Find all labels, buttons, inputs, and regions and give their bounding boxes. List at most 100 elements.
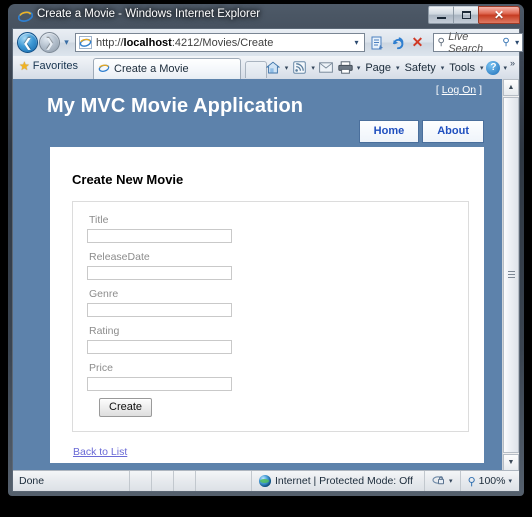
nav-item-about[interactable]: About	[422, 120, 484, 143]
zoom-chevron-down-icon[interactable]: ▾	[508, 477, 512, 485]
star-icon: ★	[19, 59, 30, 73]
security-zone-area[interactable]: Internet | Protected Mode: Off	[251, 471, 413, 491]
navigation-toolbar: ❮ ❯ ▾ http://localhost:4212/Movies/Creat…	[13, 29, 523, 57]
input-rating[interactable]	[87, 340, 232, 354]
back-to-list-link[interactable]: Back to List	[73, 446, 127, 458]
tools-chevron-down-icon[interactable]: ▾	[479, 64, 485, 72]
address-dropdown-chevron-down-icon[interactable]: ▾	[349, 38, 364, 47]
window-controls: ✕	[428, 6, 520, 24]
label-title: Title	[89, 214, 109, 226]
command-bar: ★ Favorites Create a Movie ▾ ▾ ▾ Page ▾ …	[13, 56, 519, 80]
security-zone-text: Internet | Protected Mode: Off	[275, 475, 413, 487]
content-panel: Create New Movie Title ReleaseDate Genre…	[50, 147, 484, 463]
status-segment	[195, 471, 217, 491]
browser-window: Create a Movie - Windows Internet Explor…	[8, 4, 524, 496]
ie-logo-icon	[18, 9, 33, 24]
feeds-chevron-down-icon[interactable]: ▾	[310, 64, 316, 72]
globe-icon	[259, 475, 271, 487]
window-title: Create a Movie - Windows Internet Explor…	[37, 8, 261, 20]
tab-title: Create a Movie	[114, 63, 189, 75]
label-price: Price	[89, 362, 113, 374]
stop-icon[interactable]: ✕	[408, 33, 427, 52]
submit-row: Create	[99, 397, 454, 417]
new-tab-button[interactable]	[245, 61, 267, 78]
tab-favicon-icon	[98, 62, 110, 77]
scroll-up-arrow-icon[interactable]: ▲	[503, 79, 519, 96]
nav-item-home[interactable]: Home	[358, 120, 420, 143]
favorites-label: Favorites	[32, 60, 79, 72]
zoom-control[interactable]: ⚲ 100% ▾	[459, 471, 519, 491]
privacy-lock-icon	[432, 474, 446, 489]
maximize-button[interactable]	[453, 6, 479, 24]
zoom-level-text: 100%	[478, 475, 506, 487]
forward-button[interactable]: ❯	[39, 32, 60, 53]
search-provider-chevron-down-icon[interactable]: ▾	[512, 38, 522, 47]
label-genre: Genre	[89, 288, 119, 300]
input-price[interactable]	[87, 377, 232, 391]
browser-tab[interactable]: Create a Movie	[93, 58, 241, 79]
logon-area: [ Log On ]	[436, 84, 482, 96]
page-container: [ Log On ] My MVC Movie Application Home…	[35, 79, 488, 471]
tools-menu[interactable]: Tools	[447, 62, 477, 74]
scroll-thumb[interactable]	[503, 97, 519, 453]
search-icon: ⚲	[437, 37, 445, 48]
input-releasedate[interactable]	[87, 266, 232, 280]
page-title: Create New Movie	[72, 172, 184, 187]
log-on-link[interactable]: Log On	[442, 84, 476, 96]
feeds-icon[interactable]	[291, 58, 308, 77]
search-go-icon[interactable]: ⚲	[500, 37, 512, 48]
close-button[interactable]: ✕	[478, 6, 520, 24]
movie-form-fieldset: Title ReleaseDate Genre Rating Price Cre…	[72, 201, 469, 432]
main-navigation: Home About	[358, 120, 484, 143]
back-button[interactable]: ❮	[17, 32, 38, 53]
minimize-button[interactable]	[428, 6, 454, 24]
scroll-down-arrow-icon[interactable]: ▼	[503, 454, 519, 471]
refresh-icon[interactable]	[388, 33, 407, 52]
help-icon[interactable]: ?	[486, 60, 501, 75]
print-icon[interactable]	[337, 58, 354, 77]
search-placeholder: Live Search	[448, 30, 484, 55]
page-favicon-icon	[78, 35, 93, 50]
create-button[interactable]: Create	[99, 398, 153, 417]
privacy-chevron-down-icon[interactable]: ▾	[449, 477, 453, 485]
browser-client-area: ❮ ❯ ▾ http://localhost:4212/Movies/Creat…	[12, 28, 523, 492]
status-bar-right: ▾ ⚲ 100% ▾	[424, 471, 519, 491]
command-overflow-icon[interactable]: »	[510, 58, 515, 68]
magnifier-icon: ⚲	[467, 475, 476, 488]
help-chevron-down-icon[interactable]: ▾	[502, 64, 508, 72]
print-chevron-down-icon[interactable]: ▾	[356, 64, 362, 72]
page-scrollbar[interactable]: ▲ ▼	[502, 79, 519, 471]
screenshot-root: Create a Movie - Windows Internet Explor…	[0, 0, 532, 517]
status-segment	[151, 471, 173, 491]
status-text: Done	[19, 475, 45, 487]
status-bar: Done Internet | Protected Mode: Off ▾ ⚲ …	[13, 470, 519, 491]
safety-chevron-down-icon[interactable]: ▾	[440, 64, 446, 72]
logon-bracket-close: ]	[479, 84, 482, 96]
favorites-button[interactable]: ★ Favorites	[19, 59, 78, 73]
input-genre[interactable]	[87, 303, 232, 317]
address-bar[interactable]: http://localhost:4212/Movies/Create ▾	[75, 33, 365, 52]
privacy-report-button[interactable]: ▾	[424, 471, 460, 491]
status-segment	[173, 471, 195, 491]
label-releasedate: ReleaseDate	[89, 251, 150, 263]
command-bar-items: ▾ ▾ ▾ Page ▾ Safety ▾ Tools ▾ ? ▾ »	[265, 58, 515, 77]
scroll-grip-icon	[508, 271, 515, 279]
address-url-text: http://localhost:4212/Movies/Create	[96, 36, 274, 49]
recent-pages-chevron-down-icon[interactable]: ▾	[62, 38, 71, 47]
input-title[interactable]	[87, 229, 232, 243]
label-rating: Rating	[89, 325, 120, 337]
logon-bracket-open: [	[435, 84, 439, 96]
search-box[interactable]: ⚲ Live Search ⚲ ▾	[433, 30, 523, 55]
page-chevron-down-icon[interactable]: ▾	[395, 64, 401, 72]
home-icon[interactable]	[265, 58, 282, 77]
page-viewport: [ Log On ] My MVC Movie Application Home…	[13, 79, 519, 471]
mail-icon[interactable]	[318, 58, 335, 77]
status-segment	[129, 471, 151, 491]
page-menu[interactable]: Page	[363, 62, 393, 74]
safety-menu[interactable]: Safety	[403, 62, 438, 74]
window-title-bar: Create a Movie - Windows Internet Explor…	[8, 4, 524, 28]
compatibility-view-icon[interactable]	[368, 33, 387, 52]
site-title: My MVC Movie Application	[47, 95, 304, 117]
page-body: [ Log On ] My MVC Movie Application Home…	[13, 79, 502, 471]
home-chevron-down-icon[interactable]: ▾	[284, 64, 290, 72]
